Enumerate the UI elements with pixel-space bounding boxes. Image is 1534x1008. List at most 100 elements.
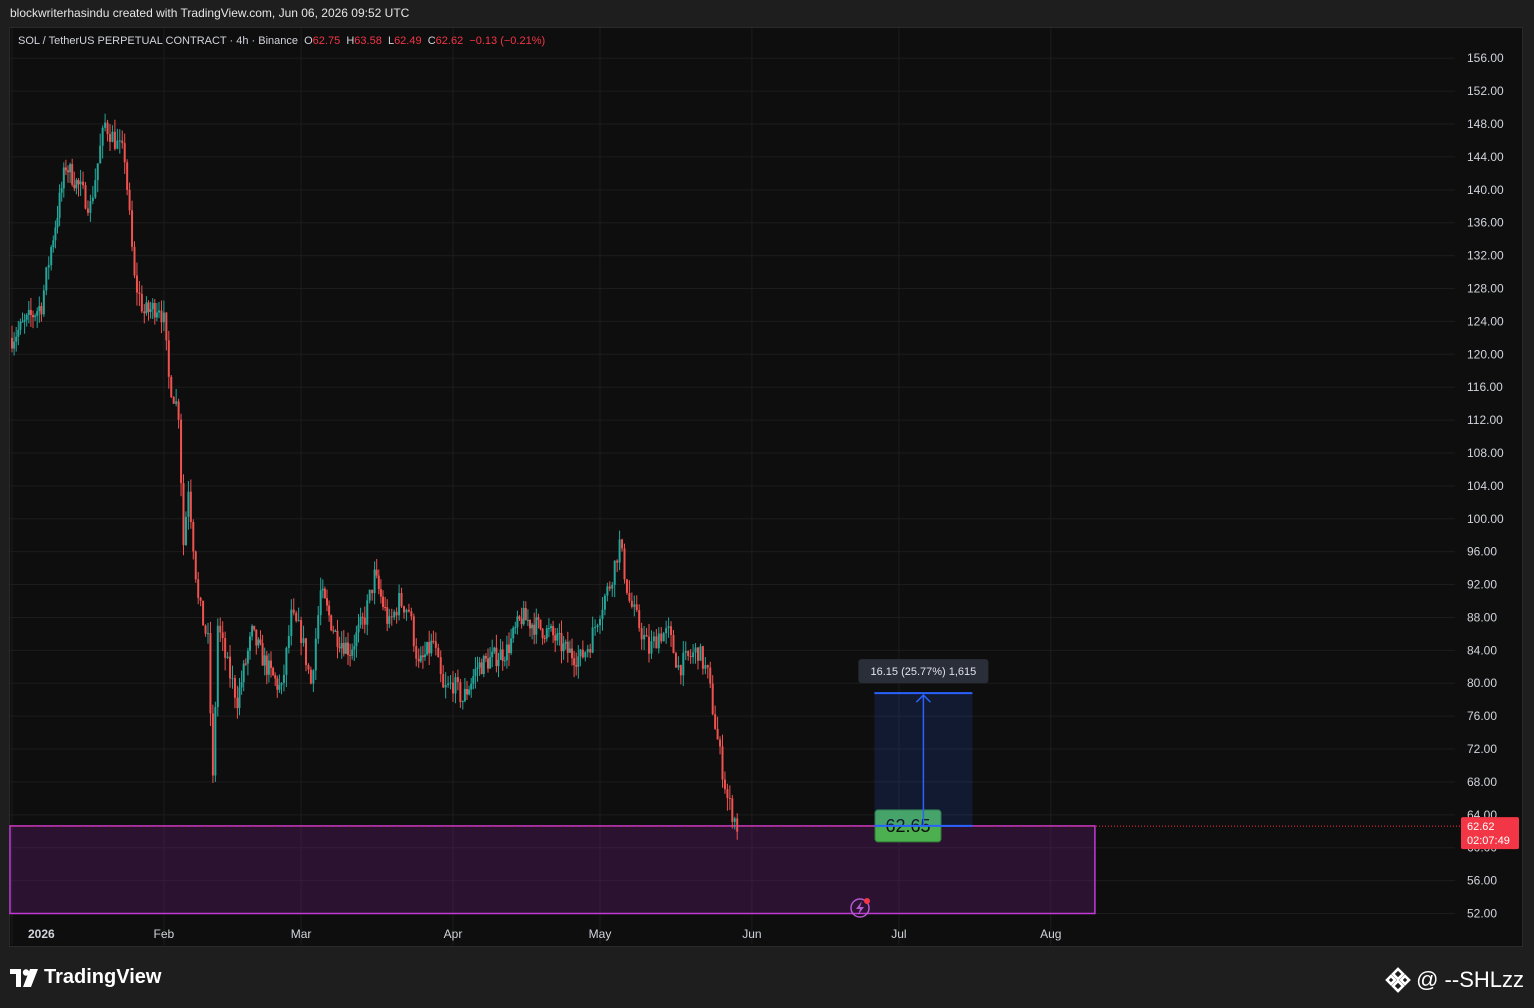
candle-body (657, 633, 660, 649)
candle (116, 128, 119, 150)
candle (437, 643, 440, 658)
candle-body (415, 646, 418, 659)
candle (589, 643, 592, 659)
candle (242, 659, 245, 692)
candle-body (351, 649, 354, 656)
high-value: 63.58 (354, 35, 382, 47)
candle (172, 395, 175, 404)
candle (434, 632, 437, 656)
candle (209, 621, 212, 727)
y-tick-label: 88.00 (1467, 610, 1497, 624)
candle (126, 159, 129, 196)
candle (121, 130, 124, 149)
candle (466, 680, 468, 700)
candle (314, 628, 317, 680)
candle-body (541, 628, 544, 638)
y-tick-label: 52.00 (1467, 907, 1497, 921)
candle (417, 648, 420, 668)
candle-body (516, 616, 519, 628)
candle-body (116, 140, 119, 149)
candle-body (484, 655, 487, 659)
candle (104, 113, 107, 132)
candle (64, 159, 67, 176)
candle-body (328, 605, 331, 616)
candle (384, 596, 387, 612)
candle-body (512, 627, 515, 639)
candle (259, 630, 262, 646)
candle-body (571, 648, 573, 659)
y-tick-label: 100.00 (1467, 512, 1504, 526)
candle (566, 631, 569, 663)
candle (77, 178, 80, 197)
candle-body (677, 665, 680, 668)
candle (123, 133, 126, 174)
candle-body (11, 337, 13, 349)
candle (149, 301, 152, 319)
candle (584, 651, 587, 662)
candle-body (640, 628, 643, 640)
candle (603, 593, 606, 616)
candle (300, 616, 303, 656)
candle (180, 413, 183, 497)
candle (480, 658, 483, 675)
candle-body (697, 647, 699, 661)
candle (375, 558, 378, 579)
candle-body (305, 638, 307, 666)
candle (187, 481, 190, 530)
candle (207, 622, 209, 644)
candle-body (21, 321, 24, 323)
candle (165, 312, 168, 351)
candle (34, 313, 37, 321)
candle (204, 624, 207, 637)
candle-body (17, 329, 20, 337)
candle-body (456, 677, 459, 683)
candle-body (625, 579, 628, 593)
candle (601, 597, 604, 631)
candle (518, 615, 521, 621)
candle (452, 671, 454, 703)
y-tick-label: 144.00 (1467, 150, 1504, 164)
tradingview-logo[interactable]: TradingView (10, 966, 161, 989)
candle-body (444, 684, 447, 688)
candle-body (67, 170, 69, 173)
candle (491, 639, 494, 668)
y-tick-label: 156.00 (1467, 51, 1504, 65)
candle (608, 581, 611, 592)
candle-body (204, 625, 207, 634)
candle (550, 623, 552, 632)
candle (94, 168, 97, 200)
candle (512, 625, 515, 643)
candle (470, 677, 473, 698)
candle-body (613, 560, 616, 585)
candle-body (121, 140, 124, 144)
candle-body (704, 665, 707, 669)
candle (606, 582, 609, 602)
candle-body (349, 654, 352, 656)
candle (282, 664, 285, 692)
candle (694, 643, 697, 664)
candle (253, 625, 256, 632)
candle (456, 669, 459, 691)
candle (442, 665, 445, 688)
candle-body (701, 646, 704, 669)
candle-body (694, 647, 697, 653)
candle-body (219, 625, 222, 633)
price-chart[interactable]: 62.6516.15 (25.77%) 1,61552.0056.0060.00… (0, 0, 1534, 1008)
candle-body (616, 560, 619, 563)
candle (138, 281, 141, 306)
y-tick-label: 108.00 (1467, 446, 1504, 460)
candle (131, 200, 134, 252)
candle-body (229, 656, 232, 679)
candle-body (321, 588, 324, 591)
candle (655, 629, 658, 649)
candle (91, 185, 94, 205)
candle-body (581, 649, 584, 658)
candle-body (202, 600, 205, 626)
candle-body (493, 647, 496, 652)
candle-body (54, 227, 57, 241)
candle-body (398, 592, 401, 616)
candle-body (508, 644, 510, 653)
candle (714, 705, 717, 730)
candle-body (539, 619, 542, 629)
candle-body (147, 302, 150, 312)
